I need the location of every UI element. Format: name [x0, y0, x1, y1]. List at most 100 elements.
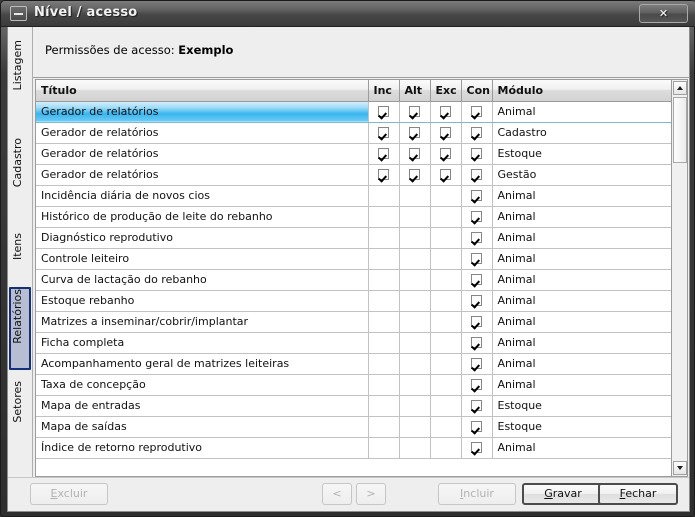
save-button[interactable]: Gravar	[522, 483, 604, 505]
table-row[interactable]: Índice de retorno reprodutivo Animal	[36, 437, 674, 459]
cell-exc[interactable]	[430, 395, 462, 417]
cell-inc[interactable]	[368, 332, 400, 354]
cell-con[interactable]	[461, 227, 493, 249]
sidebar-tab-cadastro[interactable]: Cadastro	[10, 137, 30, 223]
cell-con[interactable]	[461, 206, 493, 228]
checkbox-con-checked[interactable]	[471, 442, 482, 453]
cell-exc[interactable]	[430, 416, 462, 438]
cell-con[interactable]	[461, 416, 493, 438]
table-row[interactable]: Acompanhamento geral de matrizes leiteir…	[36, 353, 674, 375]
table-row[interactable]: Mapa de saídas Estoque	[36, 416, 674, 438]
cell-exc[interactable]	[430, 227, 462, 249]
table-row[interactable]: Gerador de relatórios Cadastro	[36, 122, 674, 144]
cell-exc[interactable]	[430, 248, 462, 270]
checkbox-exc-checked[interactable]	[440, 169, 451, 180]
cell-con[interactable]	[461, 353, 493, 375]
checkbox-alt-checked[interactable]	[409, 148, 420, 159]
add-button[interactable]: Incluir	[438, 483, 516, 505]
cell-exc[interactable]	[430, 143, 462, 165]
cell-alt[interactable]	[399, 164, 431, 186]
checkbox-con-checked[interactable]	[471, 337, 482, 348]
checkbox-exc-checked[interactable]	[440, 127, 451, 138]
table-row[interactable]: Matrizes a inseminar/cobrir/implantar Ani…	[36, 311, 674, 333]
cell-exc[interactable]	[430, 206, 462, 228]
column-header-titulo[interactable]: Título	[36, 80, 369, 102]
checkbox-con-checked[interactable]	[471, 253, 482, 264]
cell-alt[interactable]	[399, 353, 431, 375]
cell-inc[interactable]	[368, 122, 400, 144]
cell-con[interactable]	[461, 185, 493, 207]
cell-inc[interactable]	[368, 353, 400, 375]
checkbox-con-checked[interactable]	[471, 400, 482, 411]
cell-exc[interactable]	[430, 122, 462, 144]
cell-inc[interactable]	[368, 416, 400, 438]
cell-inc[interactable]	[368, 395, 400, 417]
checkbox-con-checked[interactable]	[471, 358, 482, 369]
cell-exc[interactable]	[430, 437, 462, 459]
cell-inc[interactable]	[368, 437, 400, 459]
cell-inc[interactable]	[368, 185, 400, 207]
checkbox-con-checked[interactable]	[471, 421, 482, 432]
checkbox-con-checked[interactable]	[471, 379, 482, 390]
checkbox-con-checked[interactable]	[471, 232, 482, 243]
sidebar-tab-listagem[interactable]: Listagem	[10, 39, 30, 125]
cell-inc[interactable]	[368, 290, 400, 312]
checkbox-con-checked[interactable]	[471, 274, 482, 285]
scrollbar-thumb[interactable]	[673, 97, 687, 163]
cell-exc[interactable]	[430, 332, 462, 354]
cell-alt[interactable]	[399, 206, 431, 228]
column-header-inc[interactable]: Inc	[368, 80, 400, 102]
column-header-exc[interactable]: Exc	[430, 80, 462, 102]
checkbox-inc-checked[interactable]	[378, 148, 389, 159]
table-row[interactable]: Controle leiteiro Animal	[36, 248, 674, 270]
cell-exc[interactable]	[430, 269, 462, 291]
cell-alt[interactable]	[399, 395, 431, 417]
cell-inc[interactable]	[368, 143, 400, 165]
checkbox-exc-checked[interactable]	[440, 106, 451, 117]
scroll-up-button[interactable]	[673, 81, 687, 95]
checkbox-con-checked[interactable]	[471, 316, 482, 327]
grid-vertical-scrollbar[interactable]	[671, 80, 687, 476]
checkbox-con-checked[interactable]	[471, 169, 482, 180]
table-row[interactable]: Gerador de relatórios Gestão	[36, 164, 674, 186]
cell-alt[interactable]	[399, 101, 431, 123]
close-button[interactable]: ✕	[639, 4, 688, 23]
cell-con[interactable]	[461, 290, 493, 312]
cell-inc[interactable]	[368, 101, 400, 123]
cell-con[interactable]	[461, 374, 493, 396]
cell-con[interactable]	[461, 122, 493, 144]
cell-inc[interactable]	[368, 248, 400, 270]
checkbox-con-checked[interactable]	[471, 106, 482, 117]
cell-alt[interactable]	[399, 185, 431, 207]
sidebar-tab-itens[interactable]: Itens	[10, 232, 30, 278]
cell-inc[interactable]	[368, 311, 400, 333]
cell-alt[interactable]	[399, 311, 431, 333]
column-header-modulo[interactable]: Módulo	[492, 80, 674, 102]
checkbox-alt-checked[interactable]	[409, 169, 420, 180]
checkbox-alt-checked[interactable]	[409, 106, 420, 117]
checkbox-con-checked[interactable]	[471, 190, 482, 201]
cell-alt[interactable]	[399, 143, 431, 165]
table-row[interactable]: Curva de lactação do rebanho Animal	[36, 269, 674, 291]
cell-con[interactable]	[461, 164, 493, 186]
table-row[interactable]: Taxa de concepção Animal	[36, 374, 674, 396]
cell-exc[interactable]	[430, 374, 462, 396]
cell-exc[interactable]	[430, 353, 462, 375]
cell-inc[interactable]	[368, 206, 400, 228]
cell-con[interactable]	[461, 248, 493, 270]
checkbox-inc-checked[interactable]	[378, 127, 389, 138]
cell-con[interactable]	[461, 143, 493, 165]
cell-inc[interactable]	[368, 374, 400, 396]
table-row[interactable]: Gerador de relatórios Estoque	[36, 143, 674, 165]
cell-exc[interactable]	[430, 101, 462, 123]
cell-exc[interactable]	[430, 164, 462, 186]
cell-con[interactable]	[461, 437, 493, 459]
cell-alt[interactable]	[399, 374, 431, 396]
sidebar-tab-relatrios[interactable]: Relatórios	[9, 287, 31, 370]
cell-exc[interactable]	[430, 185, 462, 207]
cell-alt[interactable]	[399, 290, 431, 312]
sidebar-tab-setores[interactable]: Setores	[10, 380, 30, 460]
table-row[interactable]: Mapa de entradas Estoque	[36, 395, 674, 417]
table-row[interactable]: Ficha completa Animal	[36, 332, 674, 354]
checkbox-con-checked[interactable]	[471, 211, 482, 222]
